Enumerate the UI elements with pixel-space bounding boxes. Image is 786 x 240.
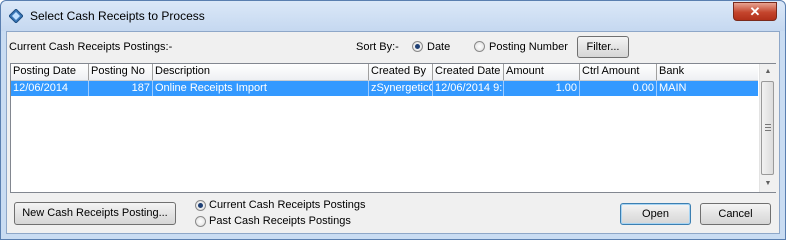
open-button[interactable]: Open	[620, 203, 691, 225]
scroll-down-icon[interactable]: ▼	[760, 176, 776, 192]
cell-bank: MAIN	[659, 82, 687, 94]
column-header-description[interactable]: Description	[153, 64, 369, 80]
sort-by-label: Sort By:-	[356, 41, 399, 53]
scrollbar-thumb[interactable]	[761, 81, 774, 175]
dialog-window: Select Cash Receipts to Process ✕ Curren…	[0, 0, 786, 240]
window-title: Select Cash Receipts to Process	[30, 9, 205, 23]
postings-grid[interactable]: Posting Date Posting No Description Crea…	[10, 63, 776, 193]
new-posting-button[interactable]: New Cash Receipts Posting...	[14, 202, 176, 225]
column-header-bank[interactable]: Bank	[657, 64, 758, 80]
cell-amount: 1.00	[504, 81, 580, 96]
current-postings-label: Current Cash Receipts Postings:-	[9, 41, 173, 53]
cell-description: Online Receipts Import	[153, 81, 369, 96]
view-current-label[interactable]: Current Cash Receipts Postings	[209, 199, 366, 211]
dialog-body: Current Cash Receipts Postings:- Sort By…	[6, 31, 780, 234]
scroll-up-icon[interactable]: ▲	[760, 64, 776, 80]
cell-posting-date: 12/06/2014	[11, 81, 89, 96]
grip-line	[765, 127, 771, 128]
vertical-scrollbar[interactable]: ▲ ▼	[759, 64, 776, 192]
column-header-amount[interactable]: Amount	[504, 64, 580, 80]
close-icon: ✕	[749, 4, 761, 19]
filter-button[interactable]: Filter...	[577, 36, 629, 58]
sort-date-label[interactable]: Date	[427, 41, 450, 53]
view-past-radio[interactable]	[195, 216, 206, 227]
column-header-ctrl-amount[interactable]: Ctrl Amount	[580, 64, 657, 80]
view-past-label[interactable]: Past Cash Receipts Postings	[209, 215, 351, 227]
sort-posting-number-label[interactable]: Posting Number	[489, 41, 568, 53]
cell-ctrl-amount: 0.00	[580, 81, 657, 96]
title-bar[interactable]: Select Cash Receipts to Process ✕	[1, 1, 785, 31]
grip-line	[765, 124, 771, 125]
app-diamond-icon	[9, 9, 23, 23]
column-header-posting-date[interactable]: Posting Date	[11, 64, 89, 80]
grip-line	[765, 130, 771, 131]
column-header-created-by[interactable]: Created By	[369, 64, 433, 80]
close-button[interactable]: ✕	[733, 2, 777, 21]
cell-posting-no: 187	[89, 81, 153, 96]
table-row[interactable]: 12/06/2014 187 Online Receipts Import zS…	[11, 81, 758, 96]
sort-date-radio[interactable]	[412, 41, 423, 52]
column-header-posting-no[interactable]: Posting No	[89, 64, 153, 80]
cell-created-by: zSynergeticC	[371, 81, 433, 96]
cancel-button[interactable]: Cancel	[700, 203, 771, 225]
column-header-created-date[interactable]: Created Date	[433, 64, 504, 80]
view-current-radio[interactable]	[195, 200, 206, 211]
grid-header: Posting Date Posting No Description Crea…	[11, 64, 758, 81]
sort-posting-number-radio[interactable]	[474, 41, 485, 52]
cell-created-date: 12/06/2014 9:	[435, 81, 504, 96]
